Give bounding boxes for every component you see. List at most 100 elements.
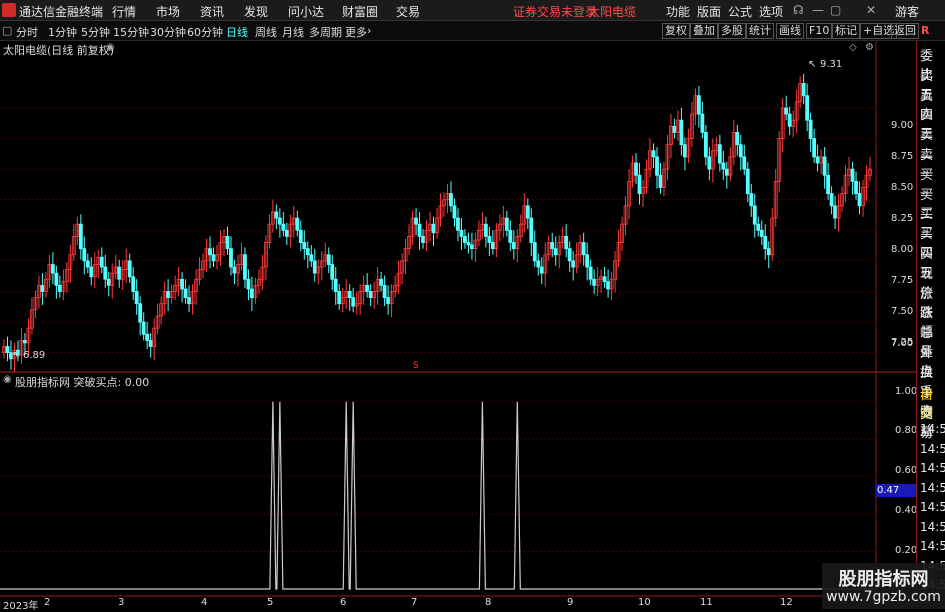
indicator-axis-label: 0.40 (895, 505, 918, 516)
candle-body (539, 266, 544, 274)
indicator-axis-label: 0.80 (895, 425, 918, 436)
login-status[interactable]: 证券交易未登录 (513, 3, 597, 20)
candle-body (368, 291, 373, 298)
candle-body (85, 260, 90, 268)
candle-body (752, 205, 757, 225)
menu-news[interactable]: 资讯 (200, 3, 224, 20)
candle-body (347, 291, 352, 298)
high-label: 9.31 (820, 59, 843, 70)
candle-body (246, 278, 251, 290)
close-icon[interactable]: ✕ (866, 3, 876, 17)
button-adjust[interactable]: 复权 (662, 23, 690, 39)
period-1min[interactable]: 1分钟 (48, 24, 77, 40)
candle-body (833, 205, 837, 219)
candle-body (284, 229, 289, 237)
menu-trade[interactable]: 交易 (396, 3, 420, 20)
candle-body (187, 297, 191, 305)
candle-body (585, 254, 590, 268)
indicator-settings-icon[interactable]: ◉ (3, 374, 12, 385)
menu-layout[interactable]: 版面 (697, 3, 721, 20)
chart-area[interactable] (0, 41, 916, 597)
minimize-icon[interactable]: — (812, 3, 824, 17)
candle-body (808, 119, 813, 139)
candle-body (250, 288, 254, 298)
settings-icon[interactable]: ◉ (106, 42, 115, 53)
indicator-axis-label: 0.60 (895, 465, 918, 476)
candle-body (386, 297, 391, 305)
candle-body (309, 254, 314, 262)
signal-line (0, 401, 876, 590)
candle-body (351, 297, 356, 307)
button-f10[interactable]: F10 (806, 23, 833, 39)
period-15min[interactable]: 15分钟 (113, 24, 149, 40)
candle-body (148, 340, 153, 347)
menu-quotes[interactable]: 行情 (112, 3, 136, 20)
candle-body (749, 193, 754, 207)
candle-body (564, 236, 569, 250)
headset-icon[interactable]: ☊ (793, 3, 804, 17)
candle-body (592, 278, 597, 286)
candle-body (274, 211, 279, 219)
restore-icon[interactable]: ▢ (830, 3, 841, 17)
indicator-axis-label: 1.00 (895, 386, 918, 397)
candle-body (50, 264, 55, 274)
period-60min[interactable]: 60分钟 (187, 24, 223, 40)
button-mark[interactable]: 标记 (832, 23, 860, 39)
candle-body (724, 168, 729, 176)
candle-body (459, 229, 464, 237)
period-more[interactable]: 更多 (345, 24, 367, 40)
candle-body (57, 284, 62, 292)
menu-market[interactable]: 市场 (156, 3, 180, 20)
button-overlay[interactable]: 叠加 (690, 23, 718, 39)
candle-body (588, 266, 593, 280)
candle-body (312, 260, 317, 274)
stock-name: 太阳电缆 (588, 5, 637, 19)
button-multi-stock[interactable]: 多股 (718, 23, 746, 39)
menu-function[interactable]: 功能 (666, 3, 690, 20)
user-label[interactable]: 游客 (895, 3, 919, 20)
period-multi[interactable]: 多周期 (309, 24, 342, 40)
candle-body (812, 138, 817, 158)
candle-body (504, 217, 509, 231)
period-30min[interactable]: 30分钟 (150, 24, 186, 40)
menu-ask[interactable]: 问小达 (288, 3, 324, 20)
candle-body (801, 83, 806, 97)
menu-formula[interactable]: 公式 (728, 3, 752, 20)
high-marker-arrow-icon: ↖ (808, 59, 817, 70)
diamond-icon[interactable]: ◇ (849, 42, 857, 53)
period-daily[interactable]: 日线 (226, 24, 248, 40)
expand-icon[interactable]: ▢ (2, 24, 12, 37)
candle-body (466, 242, 471, 246)
period-intraday[interactable]: 分时 (16, 24, 38, 40)
button-draw[interactable]: 画线 (776, 23, 804, 39)
candle-body (225, 236, 230, 250)
button-stats[interactable]: 统计 (746, 23, 774, 39)
candle-body (707, 156, 712, 170)
period-monthly[interactable]: 月线 (282, 24, 304, 40)
candle-body (463, 236, 467, 243)
x-axis-label: 2 (44, 597, 51, 608)
menu-options[interactable]: 选项 (759, 3, 783, 20)
gear-icon[interactable]: ⚙ (865, 42, 874, 53)
candle-body (829, 193, 834, 207)
period-5min[interactable]: 5分钟 (81, 24, 110, 40)
candle-body (511, 242, 516, 250)
candle-body (277, 217, 282, 225)
app-title: 通达信金融终端 (19, 5, 104, 19)
candle-body (735, 132, 740, 146)
menu-wealth[interactable]: 财富圈 (342, 3, 378, 20)
candle-body (717, 144, 722, 164)
candle-body (787, 113, 792, 127)
candle-body (456, 217, 460, 231)
candle-body (756, 223, 761, 231)
period-weekly[interactable]: 周线 (255, 24, 277, 40)
candle-body (333, 278, 338, 292)
candle-body (40, 284, 45, 292)
menu-discover[interactable]: 发现 (244, 3, 268, 20)
chevron-right-icon[interactable]: › (367, 24, 371, 37)
button-back[interactable]: 返回 (891, 23, 919, 39)
candle-body (606, 281, 611, 290)
candle-body (295, 217, 300, 231)
candle-body (483, 223, 488, 237)
candle-body (298, 229, 303, 243)
